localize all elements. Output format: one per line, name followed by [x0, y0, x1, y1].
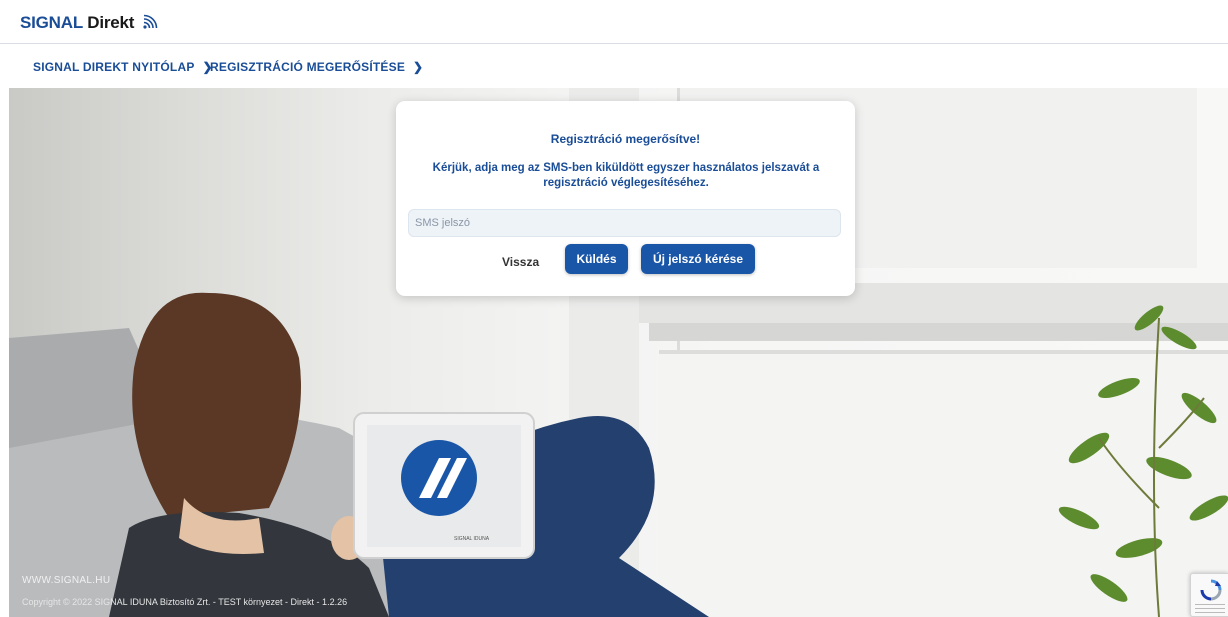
send-button[interactable]: Küldés — [565, 244, 628, 274]
recaptcha-text-lines — [1195, 604, 1225, 605]
breadcrumb-item-registration[interactable]: REGISZTRÁCIÓ MEGERŐSÍTÉSE ❯ — [210, 60, 423, 74]
dialog-title: Regisztráció megerősítve! — [550, 132, 701, 146]
tablet-brand-text: SIGNAL IDUNA — [454, 536, 490, 542]
logo-suffix: Direkt — [87, 13, 135, 32]
footer-copyright: Copyright © 2022 SIGNAL IDUNA Biztosító … — [22, 597, 348, 607]
dialog-message: Kérjük, adja meg az SMS-ben kiküldött eg… — [432, 162, 820, 189]
sms-password-input[interactable] — [408, 209, 841, 237]
breadcrumb-label: SIGNAL DIREKT NYITÓLAP — [33, 60, 195, 74]
request-new-password-button[interactable]: Új jelszó kérése — [641, 244, 755, 274]
breadcrumb: SIGNAL DIREKT NYITÓLAP ❯ REGISZTRÁCIÓ MEG… — [0, 45, 1228, 88]
wifi-signal-icon — [142, 14, 158, 35]
chevron-right-icon: ❯ — [413, 60, 424, 74]
breadcrumb-item-home[interactable]: SIGNAL DIREKT NYITÓLAP ❯ — [33, 60, 213, 74]
back-button[interactable]: Vissza — [498, 252, 543, 272]
signal-direkt-logo[interactable]: SIGNAL Direkt — [20, 13, 158, 35]
footer-url[interactable]: WWW.SIGNAL.HU — [22, 575, 110, 586]
registration-confirmed-dialog: Regisztráció megerősítve! Kérjük, adja m… — [396, 101, 855, 296]
logo-brand: SIGNAL — [20, 13, 83, 32]
breadcrumb-label: REGISZTRÁCIÓ MEGERŐSÍTÉSE — [210, 60, 406, 74]
top-bar: SIGNAL Direkt — [0, 0, 1228, 44]
recaptcha-badge[interactable] — [1190, 573, 1228, 617]
